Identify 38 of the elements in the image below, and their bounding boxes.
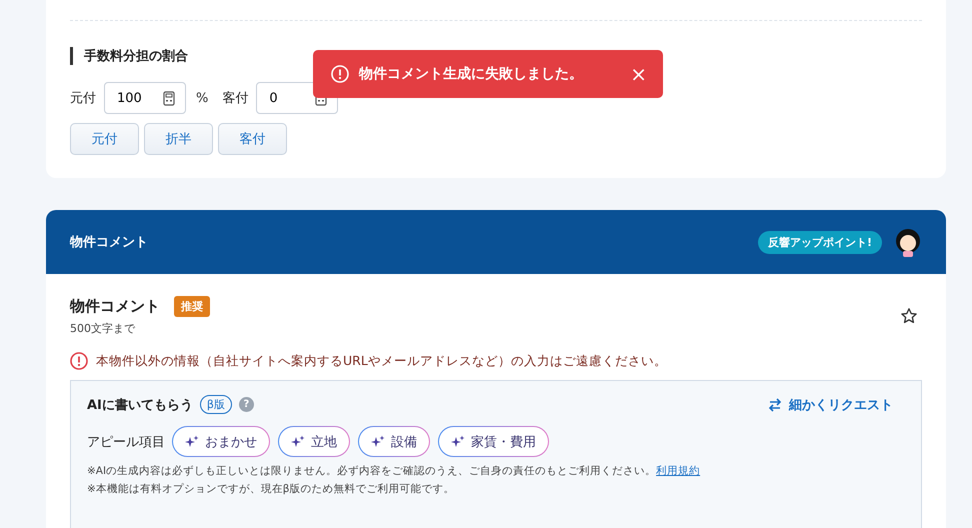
appeal-chip[interactable]: 家賃・費用 — [438, 426, 549, 457]
preset-button[interactable]: 元付 — [70, 123, 139, 155]
sparkle-icon — [451, 434, 465, 448]
request-link[interactable]: 細かくリクエスト — [789, 396, 893, 414]
appeal-chip[interactable]: 立地 — [278, 426, 350, 457]
disclaimer-text: ※本機能は有料オプションですが、現在β版のため無料でご利用可能です。 — [87, 482, 456, 496]
calculator-icon — [163, 90, 175, 106]
field-label: 元付 — [70, 90, 96, 107]
toast-message: 物件コメント生成に失敗しました。 — [359, 65, 584, 83]
section-heading: 手数料分担の割合 — [84, 48, 188, 65]
number-field[interactable]: 100 — [104, 82, 186, 114]
beta-badge: β版 — [200, 395, 232, 414]
preset-button[interactable]: 客付 — [218, 123, 287, 155]
field-label: 客付 — [222, 90, 248, 107]
unit-label: % — [196, 90, 208, 106]
recommended-badge: 推奨 — [174, 296, 210, 317]
sparkle-icon — [371, 434, 385, 448]
alert-icon — [70, 352, 88, 370]
star-icon[interactable] — [900, 307, 918, 325]
appeal-chip[interactable]: 設備 — [358, 426, 430, 457]
terms-link[interactable]: 利用規約 — [656, 465, 700, 477]
char-limit: 500文字まで — [70, 321, 136, 336]
help-icon[interactable]: ? — [238, 397, 254, 412]
ai-title: AIに書いてもらう — [87, 396, 193, 414]
warning-text: 本物件以外の情報（自社サイトへ案内するURLやメールアドレスなど）の入力はご遠慮ください。 — [96, 352, 667, 370]
field-title: 物件コメント — [70, 297, 160, 316]
appeal-label: アピール項目 — [87, 434, 165, 450]
avatar-icon — [894, 227, 922, 257]
alert-icon — [331, 65, 349, 83]
disclaimer-text: ※AIの生成内容は必ずしも正しいとは限りません。必ず内容をご確認のうえ、ご自身の責任のもとご利用ください。利用規約 — [87, 464, 702, 478]
header-title: 物件コメント — [70, 234, 149, 251]
preset-button[interactable]: 折半 — [144, 123, 213, 155]
sparkle-icon — [185, 434, 199, 448]
close-button[interactable]: × — [630, 62, 647, 86]
sparkle-icon — [291, 434, 305, 448]
appeal-chip[interactable]: おまかせ — [172, 426, 270, 457]
swap-icon — [768, 398, 782, 412]
tip-bubble: 反響アップポイント! — [758, 230, 882, 254]
